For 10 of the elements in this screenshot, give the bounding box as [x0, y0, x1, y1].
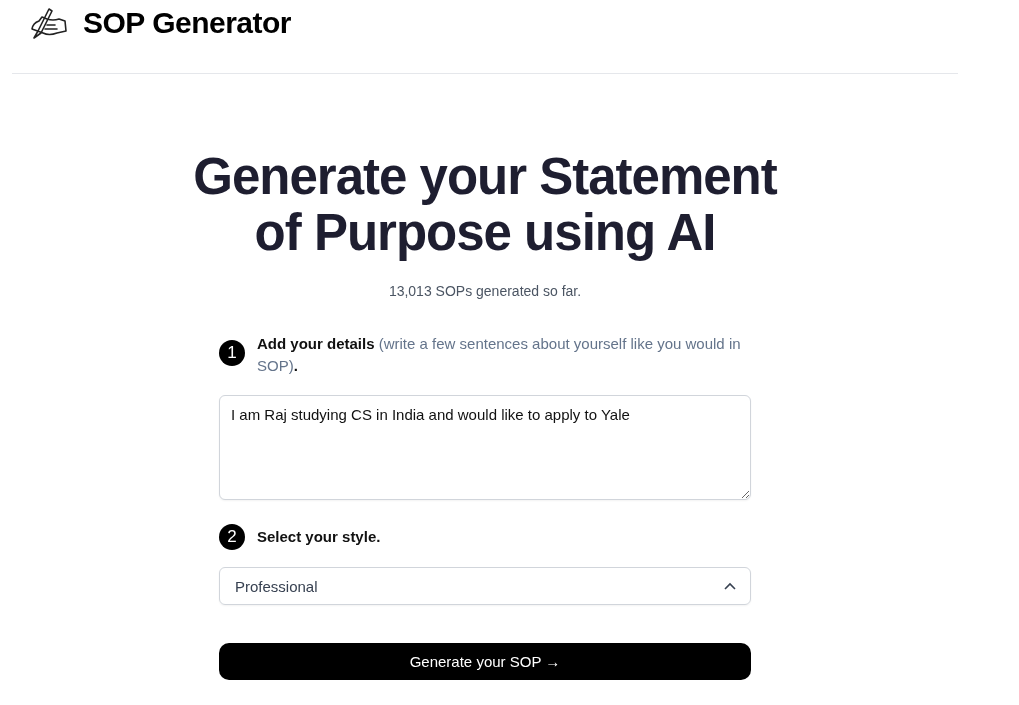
generate-button[interactable]: Generate your SOP → — [219, 643, 751, 680]
style-select[interactable]: Professional — [219, 567, 751, 605]
hero-heading: Generate your Statement of Purpose using AI — [193, 149, 777, 261]
step-number: 1 — [219, 340, 245, 366]
step-label: Add your details (write a few sentences about yourself like you would in SOP). — [257, 334, 742, 376]
details-textarea[interactable]: I am Raj studying CS in India and would like to apply to Yale — [219, 395, 751, 500]
app-title: SOP Generator — [83, 5, 292, 40]
step-number: 2 — [219, 524, 245, 550]
counter-text: 13,013 SOPs generated so far. — [388, 283, 582, 299]
step-label: Select your style. — [257, 527, 381, 547]
